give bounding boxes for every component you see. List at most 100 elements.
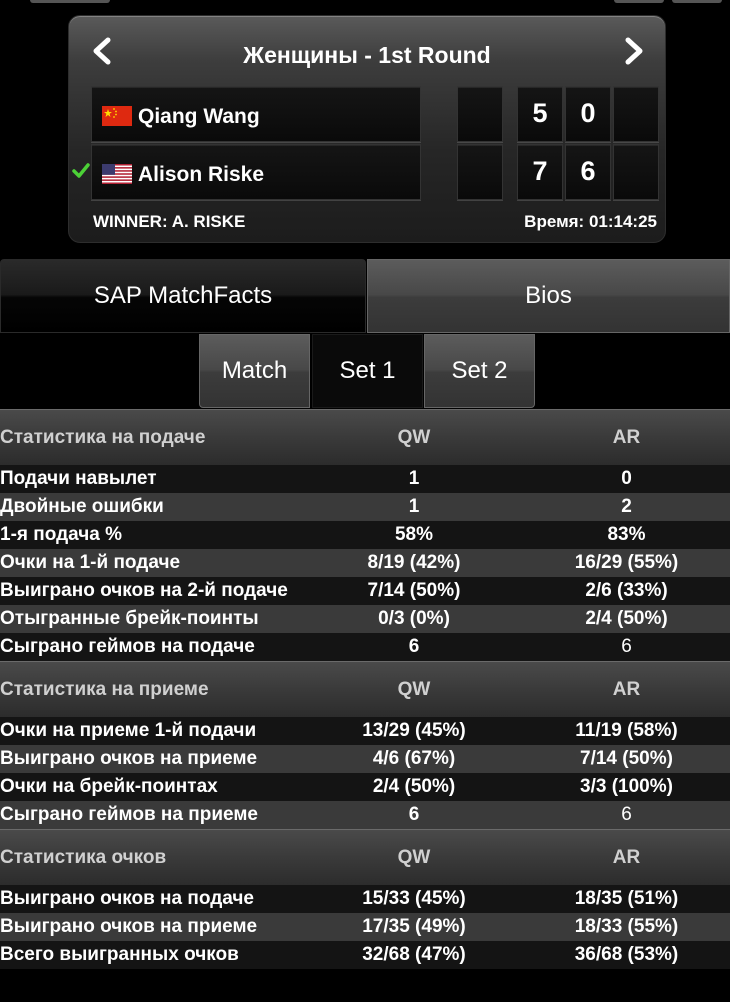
- stat-label: Отыгранные брейк-поинты: [0, 608, 259, 629]
- set-score: 7: [517, 144, 563, 200]
- stat-value-ar: 18/35 (51%): [574, 888, 679, 909]
- column-header-ar: AR: [612, 426, 641, 448]
- stat-label: Очки на 1-й подаче: [0, 552, 181, 573]
- stat-row: Двойные ошибки 1 2: [0, 493, 730, 521]
- stat-row: Очки на приеме 1-й подачи 13/29 (45%) 11/1…: [0, 717, 730, 745]
- top-toolbar-stub-right: [672, 0, 722, 3]
- top-toolbar-stub-mid: [614, 0, 664, 3]
- stat-value-qw: 32/68 (47%): [362, 944, 466, 965]
- set-cell-empty: [457, 144, 503, 200]
- set-score: [613, 86, 659, 142]
- set-cell-empty: [457, 86, 503, 142]
- set-score-value: 0: [580, 98, 596, 128]
- stat-value-qw: 15/33 (45%): [362, 888, 466, 909]
- section-title: Статистика очков: [0, 846, 167, 868]
- stat-label: Выиграно очков на приеме: [0, 916, 258, 937]
- stat-value-ar: 2: [621, 496, 632, 517]
- stat-row: Всего выигранных очков 32/68 (47%) 36/68 (…: [0, 941, 730, 969]
- stat-value-qw: 6: [408, 804, 420, 825]
- tab-set-1[interactable]: Set 1: [312, 334, 423, 408]
- stat-row: Очки на брейк-поинтах 2/4 (50%) 3/3 (100%): [0, 773, 730, 801]
- stat-label: Выиграно очков на приеме: [0, 748, 258, 769]
- tab-set-2[interactable]: Set 2: [424, 334, 535, 408]
- stat-value-qw: 7/14 (50%): [367, 580, 461, 601]
- stat-row: Сыграно геймов на приеме 6 6: [0, 801, 730, 829]
- stat-label: Подачи навылет: [0, 468, 157, 489]
- stat-value-ar: 6: [621, 636, 632, 657]
- stat-value-qw: 4/6 (67%): [372, 748, 456, 769]
- column-header-qw: QW: [397, 426, 431, 448]
- section-header: Статистика на подаче QW AR: [0, 409, 730, 465]
- set-score: 0: [565, 86, 611, 142]
- scoreboard: Женщины - 1st Round Qiang Wang 5 0 Aliso…: [68, 15, 666, 243]
- player-row-1: Qiang Wang: [91, 86, 421, 142]
- set-score-value: 5: [532, 98, 548, 128]
- stat-value-qw: 6: [408, 636, 420, 657]
- stat-value-qw: 1: [408, 468, 420, 489]
- column-header-ar: AR: [612, 846, 641, 868]
- stat-value-qw: 2/4 (50%): [372, 776, 456, 797]
- stat-value-qw: 0/3 (0%): [378, 608, 450, 629]
- serve-stats-section: Статистика на подаче QW AR Подачи навыле…: [0, 409, 730, 661]
- stat-value-ar: 16/29 (55%): [574, 552, 679, 573]
- stat-row: Выиграно очков на 2-й подаче 7/14 (50%) 2/…: [0, 577, 730, 605]
- set-score: 5: [517, 86, 563, 142]
- round-title: Женщины - 1st Round: [243, 42, 491, 68]
- stat-value-ar: 0: [621, 468, 632, 489]
- player-row-2: Alison Riske: [91, 144, 421, 200]
- stat-row: Выиграно очков на приеме 4/6 (67%) 7/14 (5…: [0, 745, 730, 773]
- stat-label: Всего выигранных очков: [0, 944, 239, 965]
- stat-label: Выиграно очков на 2-й подаче: [0, 580, 288, 601]
- stat-row: Выиграно очков на приеме 17/35 (49%) 18/33…: [0, 913, 730, 941]
- stat-value-qw: 1: [408, 496, 420, 517]
- stat-row: Отыгранные брейк-поинты 0/3 (0%) 2/4 (50%): [0, 605, 730, 633]
- stat-value-qw: 13/29 (45%): [362, 720, 466, 741]
- chevron-right-icon: [625, 37, 643, 65]
- return-stats-section: Статистика на приеме QW AR Очки на прием…: [0, 661, 730, 829]
- usa-flag-icon: [102, 164, 132, 184]
- set-score-value: 6: [580, 156, 596, 186]
- stat-row: Выиграно очков на подаче 15/33 (45%) 18/35…: [0, 885, 730, 913]
- match-duration: Время: 01:14:25: [524, 212, 657, 231]
- stat-label: Очки на приеме 1-й подачи: [0, 720, 257, 741]
- stat-label: Очки на брейк-поинтах: [0, 776, 218, 797]
- stat-value-qw: 17/35 (49%): [362, 916, 466, 937]
- stat-label: Сыграно геймов на приеме: [0, 804, 258, 825]
- winner-text: WINNER: A. RISKE: [93, 212, 246, 231]
- player-name: Qiang Wang: [138, 105, 260, 128]
- tab-bios[interactable]: Bios: [367, 259, 730, 333]
- column-header-ar: AR: [612, 678, 641, 700]
- stat-value-qw: 8/19 (42%): [367, 552, 461, 573]
- stat-value-ar: 6: [621, 804, 632, 825]
- section-header: Статистика на приеме QW AR: [0, 661, 730, 717]
- column-header-qw: QW: [397, 846, 431, 868]
- stat-value-ar: 36/68 (53%): [574, 944, 679, 965]
- stat-value-qw: 58%: [394, 524, 434, 545]
- stat-label: Выиграно очков на подаче: [0, 888, 254, 909]
- points-stats-section: Статистика очков QW AR Выиграно очков на…: [0, 829, 730, 969]
- stat-label: Двойные ошибки: [0, 496, 164, 517]
- stat-value-ar: 83%: [607, 524, 646, 545]
- china-flag-icon: [102, 106, 132, 126]
- top-toolbar-stub-left: [30, 0, 110, 3]
- section-header: Статистика очков QW AR: [0, 829, 730, 885]
- section-title: Статистика на подаче: [0, 426, 206, 448]
- stat-row: 1-я подача % 58% 83%: [0, 521, 730, 549]
- tab-match[interactable]: Match: [199, 334, 310, 408]
- stat-value-ar: 2/6 (33%): [585, 580, 668, 601]
- stat-label: Сыграно геймов на подаче: [0, 636, 255, 657]
- tab-sap-matchfacts[interactable]: SAP MatchFacts: [0, 259, 366, 333]
- section-title: Статистика на приеме: [0, 678, 209, 700]
- stat-value-ar: 11/19 (58%): [575, 720, 678, 741]
- stat-value-ar: 3/3 (100%): [580, 776, 673, 797]
- stat-row: Очки на 1-й подаче 8/19 (42%) 16/29 (55%): [0, 549, 730, 577]
- player-name: Alison Riske: [138, 163, 265, 186]
- next-match-arrow[interactable]: [621, 36, 647, 66]
- column-header-qw: QW: [397, 678, 431, 700]
- stat-value-ar: 2/4 (50%): [585, 608, 668, 629]
- set-score: 6: [565, 144, 611, 200]
- set-score-value: 7: [532, 156, 548, 186]
- stat-row: Подачи навылет 1 0: [0, 465, 730, 493]
- stat-value-ar: 7/14 (50%): [580, 748, 673, 769]
- set-score: [613, 144, 659, 200]
